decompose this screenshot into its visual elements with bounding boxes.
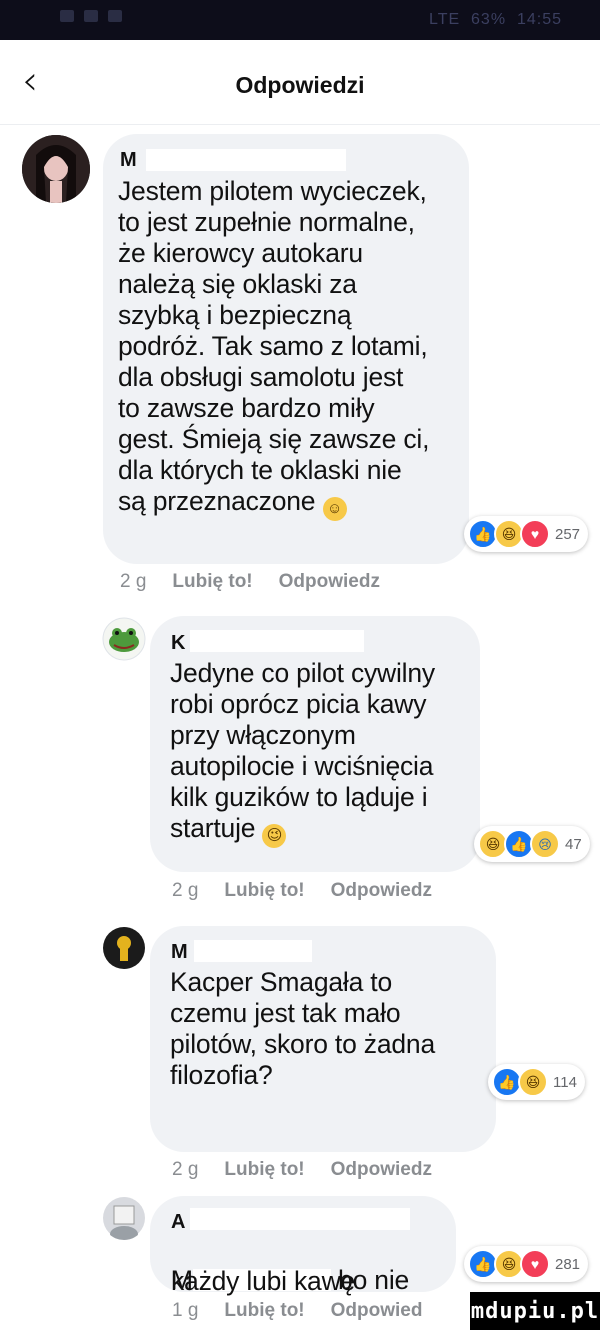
comment-time: 2 g <box>172 1159 199 1180</box>
wink-emoji: 😉 <box>262 824 287 848</box>
status-right: LTE 63% 14:55 <box>429 11 562 29</box>
comment-body: Jestem pilotem wycieczek, to jest zupełn… <box>118 176 430 516</box>
like-button[interactable]: Lubię to! <box>224 1159 304 1181</box>
comment-author[interactable]: M <box>171 941 188 964</box>
instagram-icon <box>84 10 98 22</box>
comment-body: Kacper Smagała to czemu jest tak mało pi… <box>170 967 435 1090</box>
comment-author[interactable]: A <box>171 1211 185 1234</box>
comment-actions: 1 g Lubię to! Odpowied <box>172 1300 422 1322</box>
redacted-name <box>194 940 312 962</box>
status-bar: LTE 63% 14:55 <box>0 0 600 40</box>
avatar[interactable] <box>102 1196 146 1240</box>
comment-author[interactable]: M <box>120 149 137 172</box>
notification-icons <box>60 10 122 22</box>
comment-actions: 2 g Lubię to! Odpowiedz <box>120 571 380 593</box>
love-reaction-icon: ♥ <box>520 519 550 549</box>
comment-text: Jestem pilotem wycieczek, to jest zupełn… <box>118 176 458 521</box>
comment-body: Jedyne co pilot cywilny robi oprócz pici… <box>170 658 435 843</box>
reaction-summary[interactable]: 👍 😆 ♥ 281 <box>464 1246 589 1282</box>
clock: 14:55 <box>516 11 562 28</box>
comment-time: 2 g <box>172 880 199 901</box>
battery-percent: 63% <box>471 11 507 28</box>
keyhole-avatar-icon <box>103 927 145 969</box>
haha-reaction-icon: 😆 <box>518 1067 548 1097</box>
like-button[interactable]: Lubię to! <box>224 880 304 902</box>
reaction-count: 47 <box>565 835 582 853</box>
reaction-count: 257 <box>555 525 581 543</box>
comment-time: 1 g <box>172 1300 199 1321</box>
reply-button[interactable]: Odpowiedz <box>279 571 380 593</box>
reaction-count: 114 <box>553 1073 577 1091</box>
comment-actions: 2 g Lubię to! Odpowiedz <box>172 1159 432 1181</box>
like-button[interactable]: Lubię to! <box>224 1300 304 1322</box>
redacted-name <box>146 149 346 171</box>
comment-text: Kacper Smagała to czemu jest tak mało pi… <box>170 967 470 1091</box>
avatar[interactable] <box>22 135 90 203</box>
comment-text: każdy lubi kawę <box>171 1266 441 1297</box>
avatar[interactable] <box>102 617 146 661</box>
profile-photo-icon <box>22 135 90 203</box>
gallery-icon <box>60 10 74 22</box>
like-button[interactable]: Lubię to! <box>172 571 252 593</box>
smile-emoji: ☺ <box>322 497 347 521</box>
frog-avatar-icon <box>102 617 146 661</box>
reply-button[interactable]: Odpowiedz <box>331 1159 432 1181</box>
watermark: mdupiu.pl <box>470 1292 600 1330</box>
reaction-summary[interactable]: 😆 👍 😢 47 <box>474 826 590 862</box>
reaction-summary[interactable]: 👍 😆 ♥ 257 <box>464 516 589 552</box>
sad-reaction-icon: 😢 <box>530 829 560 859</box>
reaction-summary[interactable]: 👍 😆 114 <box>488 1064 585 1100</box>
reaction-count: 281 <box>555 1255 581 1273</box>
avatar[interactable] <box>102 926 146 970</box>
comment-time: 2 g <box>120 571 147 592</box>
love-reaction-icon: ♥ <box>520 1249 550 1279</box>
header: ‹ Odpowiedzi <box>0 44 600 125</box>
reply-button[interactable]: Odpowied <box>331 1300 423 1322</box>
redacted-name <box>190 630 364 652</box>
comment-author[interactable]: K <box>171 632 185 655</box>
default-avatar-icon <box>103 1197 145 1240</box>
comment-body: każdy lubi kawę <box>171 1266 356 1296</box>
comment-actions: 2 g Lubię to! Odpowiedz <box>172 880 432 902</box>
redacted-name <box>190 1208 410 1230</box>
reply-button[interactable]: Odpowiedz <box>331 880 432 902</box>
page-title: Odpowiedzi <box>235 72 365 98</box>
network-label: LTE <box>428 11 461 28</box>
messenger-icon <box>108 10 122 22</box>
comment-text: Jedyne co pilot cywilny robi oprócz pici… <box>170 658 470 848</box>
